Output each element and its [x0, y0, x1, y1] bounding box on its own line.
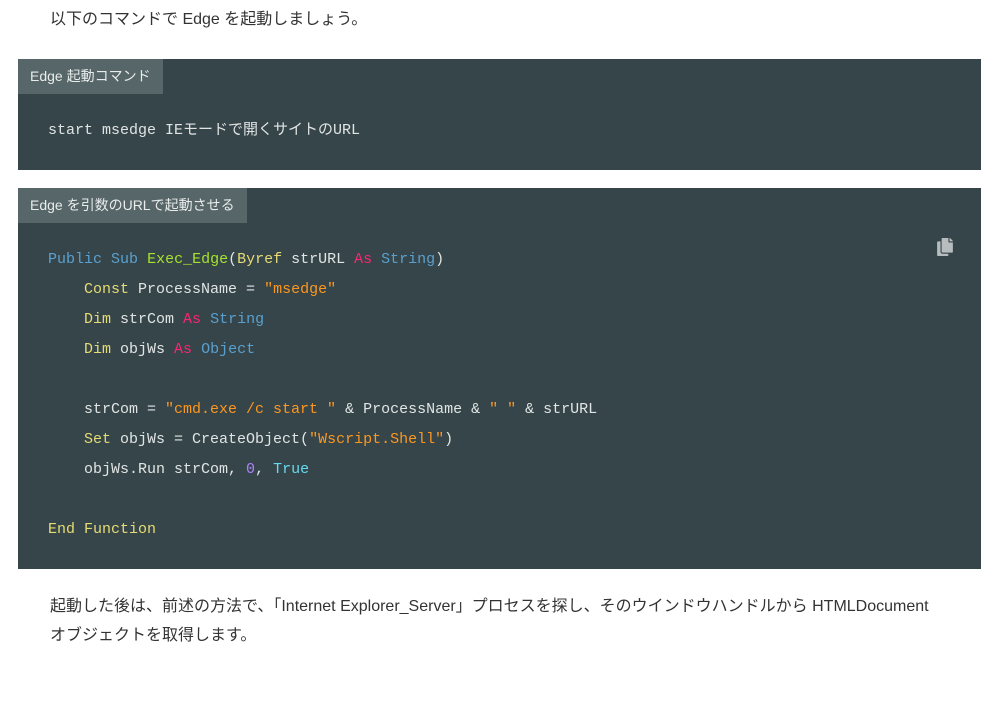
outro-text: 起動した後は、前述の方法で、「Internet Explorer_Server」… [50, 598, 929, 644]
run-line-a: objWs.Run strCom, [84, 461, 246, 478]
kw-as2: As [183, 311, 201, 328]
outro-paragraph: 起動した後は、前述の方法で、「Internet Explorer_Server」… [0, 587, 999, 657]
kw-end: End [48, 521, 75, 538]
amp3: & [516, 401, 543, 418]
rparen: ) [435, 251, 444, 268]
assign1-str1: "cmd.exe /c start " [165, 401, 336, 418]
pn-ref: ProcessName [363, 401, 462, 418]
lit-true: True [273, 461, 309, 478]
objws-assign: objWs = CreateObject( [111, 431, 309, 448]
amp1: & [336, 401, 363, 418]
assign1-str2: " " [489, 401, 516, 418]
strurl-ref: strURL [543, 401, 597, 418]
kw-as: As [354, 251, 372, 268]
code-text: start msedge IEモードで開くサイトのURL [48, 122, 360, 139]
code-block-2-title: Edge を引数のURLで起動させる [18, 188, 247, 223]
kw-as3: As [174, 341, 192, 358]
type-object: Object [201, 341, 255, 358]
shell-str: "Wscript.Shell" [309, 431, 444, 448]
pn-val: "msedge" [264, 281, 336, 298]
param-name: strURL [282, 251, 354, 268]
code-block-1-content: start msedge IEモードで開くサイトのURL [18, 94, 981, 152]
intro-paragraph: 以下のコマンドで Edge を起動しましょう。 [0, 0, 999, 41]
type-string: String [381, 251, 435, 268]
kw-dim2: Dim [84, 341, 111, 358]
close-paren: ) [444, 431, 453, 448]
kw-dim: Dim [84, 311, 111, 328]
kw-byref: Byref [237, 251, 282, 268]
code-block-2-content: Public Sub Exec_Edge(Byref strURL As Str… [18, 223, 981, 551]
strcom-name: strCom [111, 311, 183, 328]
assign1-lhs: strCom = [84, 401, 165, 418]
copy-icon[interactable] [937, 238, 953, 267]
lparen: ( [228, 251, 237, 268]
kw-set: Set [84, 431, 111, 448]
kw-const: Const [84, 281, 129, 298]
type-string2: String [210, 311, 264, 328]
kw-function: Function [84, 521, 156, 538]
objws-name: objWs [111, 341, 174, 358]
code-block-2: Edge を引数のURLで起動させる Public Sub Exec_Edge(… [18, 188, 981, 569]
code-block-1-title: Edge 起動コマンド [18, 59, 163, 94]
intro-text: 以下のコマンドで Edge を起動しましょう。 [50, 11, 367, 28]
pn-name: ProcessName = [129, 281, 264, 298]
kw-sub: Sub [111, 251, 138, 268]
code-block-1: Edge 起動コマンド start msedge IEモードで開くサイトのURL [18, 59, 981, 170]
comma-sp: , [255, 461, 273, 478]
amp2: & [462, 401, 489, 418]
page-container: 以下のコマンドで Edge を起動しましょう。 Edge 起動コマンド star… [0, 0, 999, 657]
zero: 0 [246, 461, 255, 478]
fn-name: Exec_Edge [147, 251, 228, 268]
kw-public: Public [48, 251, 102, 268]
